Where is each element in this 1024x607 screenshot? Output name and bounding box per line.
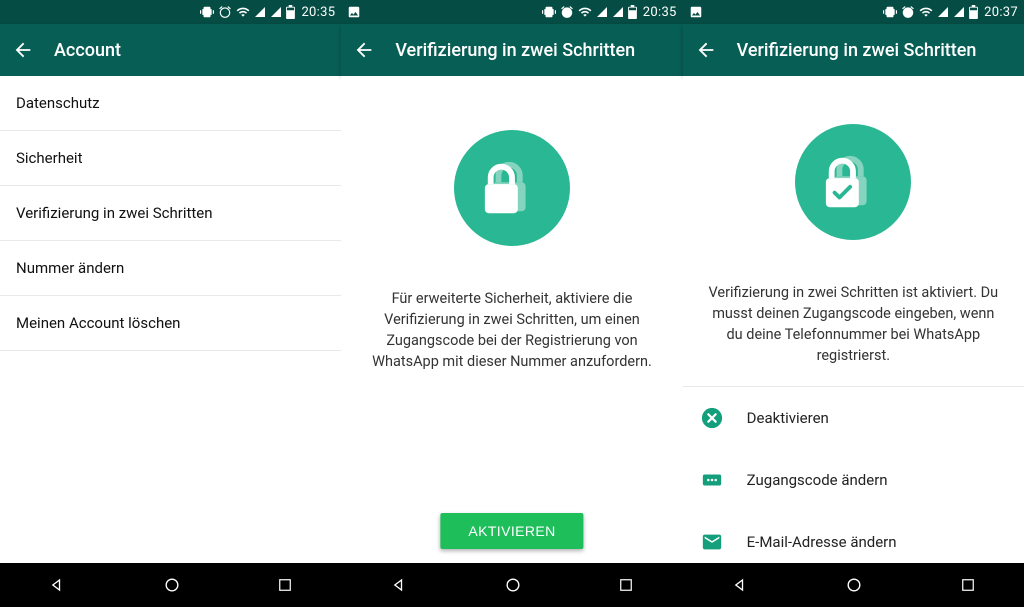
nav-bar	[341, 563, 682, 607]
signal-icon	[254, 6, 266, 18]
content-twostep-intro: Für erweiterte Sicherheit, aktiviere die…	[341, 76, 682, 563]
nav-back-icon[interactable]	[371, 569, 427, 601]
vibrate-icon	[200, 5, 214, 19]
content-account: Datenschutz Sicherheit Verifizierung in …	[0, 76, 341, 563]
image-icon	[689, 5, 703, 19]
nav-home-icon[interactable]	[826, 569, 882, 601]
content-twostep-active: Verifizierung in zwei Schritten ist akti…	[683, 76, 1024, 563]
nav-recent-icon[interactable]	[258, 570, 312, 600]
option-deactivate[interactable]: Deaktivieren	[683, 387, 1024, 449]
account-item-changenum[interactable]: Nummer ändern	[0, 241, 341, 296]
option-change-email[interactable]: E-Mail-Adresse ändern	[683, 511, 1024, 563]
app-bar: Account	[0, 24, 341, 76]
back-icon[interactable]	[353, 39, 375, 61]
back-icon[interactable]	[695, 39, 717, 61]
status-bar: 20:35	[0, 0, 341, 24]
email-icon	[701, 531, 723, 553]
alarm-icon	[218, 5, 232, 19]
clock: 20:35	[643, 5, 677, 20]
status-bar: 20:37	[683, 0, 1024, 24]
wifi-icon	[919, 5, 933, 19]
option-label: E-Mail-Adresse ändern	[747, 533, 897, 551]
list-label: Datenschutz	[16, 94, 100, 112]
activate-button[interactable]: AKTIVIEREN	[440, 513, 583, 549]
list-label: Nummer ändern	[16, 259, 124, 277]
battery-icon	[628, 5, 637, 19]
signal-icon	[937, 6, 949, 18]
battery-icon	[286, 5, 295, 19]
vibrate-icon	[883, 5, 897, 19]
option-label: Zugangscode ändern	[747, 471, 888, 489]
nav-home-icon[interactable]	[485, 569, 541, 601]
wifi-icon	[578, 5, 592, 19]
app-bar: Verifizierung in zwei Schritten	[341, 24, 682, 76]
phone-twostep-active: 20:37 Verifizierung in zwei Schritten	[683, 0, 1024, 607]
page-title: Account	[54, 40, 121, 61]
nav-back-icon[interactable]	[712, 569, 768, 601]
signal2-icon	[953, 6, 965, 18]
alarm-icon	[560, 5, 574, 19]
lock-hero-icon	[454, 130, 570, 246]
page-title: Verifizierung in zwei Schritten	[737, 40, 977, 61]
image-icon	[347, 5, 361, 19]
status-bar: 20:35	[341, 0, 682, 24]
list-label: Verifizierung in zwei Schritten	[16, 204, 213, 222]
signal2-icon	[270, 6, 282, 18]
list-label: Meinen Account löschen	[16, 314, 180, 332]
account-item-security[interactable]: Sicherheit	[0, 131, 341, 186]
nav-bar	[683, 563, 1024, 607]
nav-recent-icon[interactable]	[599, 570, 653, 600]
account-item-delete[interactable]: Meinen Account löschen	[0, 296, 341, 351]
vibrate-icon	[542, 5, 556, 19]
wifi-icon	[236, 5, 250, 19]
twostep-description: Für erweiterte Sicherheit, aktiviere die…	[341, 288, 682, 372]
passcode-icon	[701, 469, 723, 491]
option-change-code[interactable]: Zugangscode ändern	[683, 449, 1024, 511]
signal-icon	[596, 6, 608, 18]
back-icon[interactable]	[12, 39, 34, 61]
nav-back-icon[interactable]	[29, 569, 85, 601]
list-label: Sicherheit	[16, 149, 82, 167]
alarm-icon	[901, 5, 915, 19]
signal2-icon	[612, 6, 624, 18]
account-item-privacy[interactable]: Datenschutz	[0, 76, 341, 131]
option-label: Deaktivieren	[747, 409, 829, 427]
phone-twostep-intro: 20:35 Verifizierung in zwei Schritten	[341, 0, 682, 607]
lock-check-hero-icon	[795, 124, 911, 240]
phone-account: 20:35 Account Datenschutz Sicherheit Ver…	[0, 0, 341, 607]
twostep-active-description: Verifizierung in zwei Schritten ist akti…	[683, 282, 1024, 366]
app-bar: Verifizierung in zwei Schritten	[683, 24, 1024, 76]
clock: 20:37	[984, 5, 1018, 20]
battery-icon	[969, 5, 978, 19]
account-item-twostep[interactable]: Verifizierung in zwei Schritten	[0, 186, 341, 241]
page-title: Verifizierung in zwei Schritten	[395, 40, 635, 61]
close-circle-icon	[701, 407, 723, 429]
nav-home-icon[interactable]	[144, 569, 200, 601]
clock: 20:35	[301, 5, 335, 20]
nav-bar	[0, 563, 341, 607]
nav-recent-icon[interactable]	[941, 570, 995, 600]
